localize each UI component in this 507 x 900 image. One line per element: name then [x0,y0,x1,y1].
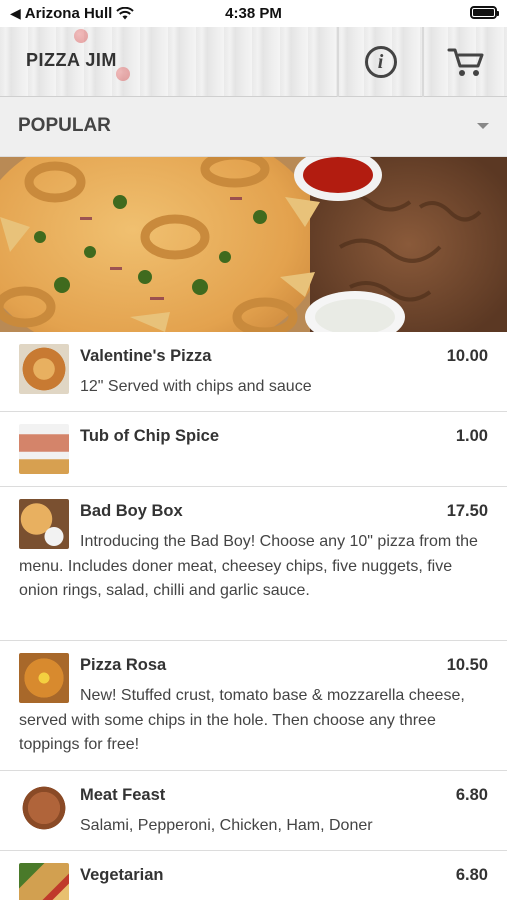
menu-item-tub-of-chip-spice[interactable]: Tub of Chip Spice 1.00 [0,412,507,487]
item-name: Meat Feast [80,786,166,804]
item-price: 10.00 [446,347,488,365]
item-desc-wrap: Introducing the Bad Boy! Choose any 10" … [0,487,507,604]
item-description: New! Stuffed crust, tomato base & mozzar… [19,687,465,753]
status-bar: ◀ Arizona Hull 4:38 PM [0,0,507,28]
menu-item-valentines-pizza[interactable]: Valentine's Pizza 10.00 12" Served with … [0,332,507,412]
item-price: 1.00 [455,427,488,445]
item-name: Pizza Rosa [80,656,167,674]
battery-icon [470,6,499,19]
item-name: Bad Boy Box [80,502,183,520]
decorative-cherry-icon [74,29,88,43]
app-header: PIZZA JIM i [0,27,507,97]
item-description: 12" Served with chips and sauce [80,378,312,395]
category-dropdown[interactable]: POPULAR [0,97,507,157]
pizza-thumbnail [19,344,69,394]
item-name: Valentine's Pizza [80,347,212,365]
item-name: Tub of Chip Spice [80,427,220,445]
cart-icon [447,48,483,76]
status-right [470,6,499,19]
menu-item-bad-boy-box[interactable]: Bad Boy Box 17.50 Introducing the Bad Bo… [0,487,507,641]
decorative-cherry-icon [116,67,130,81]
item-desc-wrap: Salami, Pepperoni, Chicken, Ham, Doner [0,771,507,839]
vegetarian-thumbnail [19,863,69,900]
meat-feast-thumbnail [19,783,69,833]
item-price: 10.50 [446,656,488,674]
page-title: PIZZA JIM [26,50,117,70]
cart-button[interactable] [422,27,507,97]
item-description: Salami, Pepperoni, Chicken, Ham, Doner [80,817,373,834]
bad-boy-box-thumbnail [19,499,69,549]
menu-item-pizza-rosa[interactable]: Pizza Rosa 10.50 New! Stuffed crust, tom… [0,641,507,771]
item-price: 6.80 [455,786,488,804]
item-price: 17.50 [446,502,488,520]
status-time: 4:38 PM [225,5,282,22]
category-label: POPULAR [18,115,111,136]
hero-food-image [0,157,507,332]
chevron-down-icon [477,123,489,129]
item-price: 6.80 [455,866,488,884]
info-button[interactable]: i [337,27,422,97]
item-description: Introducing the Bad Boy! Choose any 10" … [19,533,478,599]
item-desc-wrap: New! Stuffed crust, tomato base & mozzar… [0,641,507,758]
info-icon: i [364,46,397,78]
item-name: Vegetarian [80,866,164,884]
menu-item-vegetarian[interactable]: Vegetarian 6.80 [0,851,507,900]
menu-item-meat-feast[interactable]: Meat Feast 6.80 Salami, Pepperoni, Chick… [0,771,507,851]
pizza-rosa-thumbnail [19,653,69,703]
menu-list: Valentine's Pizza 10.00 12" Served with … [0,332,507,900]
hero-illustration [0,157,507,332]
chip-spice-thumbnail [19,424,69,474]
item-desc-wrap: 12" Served with chips and sauce [0,332,507,400]
